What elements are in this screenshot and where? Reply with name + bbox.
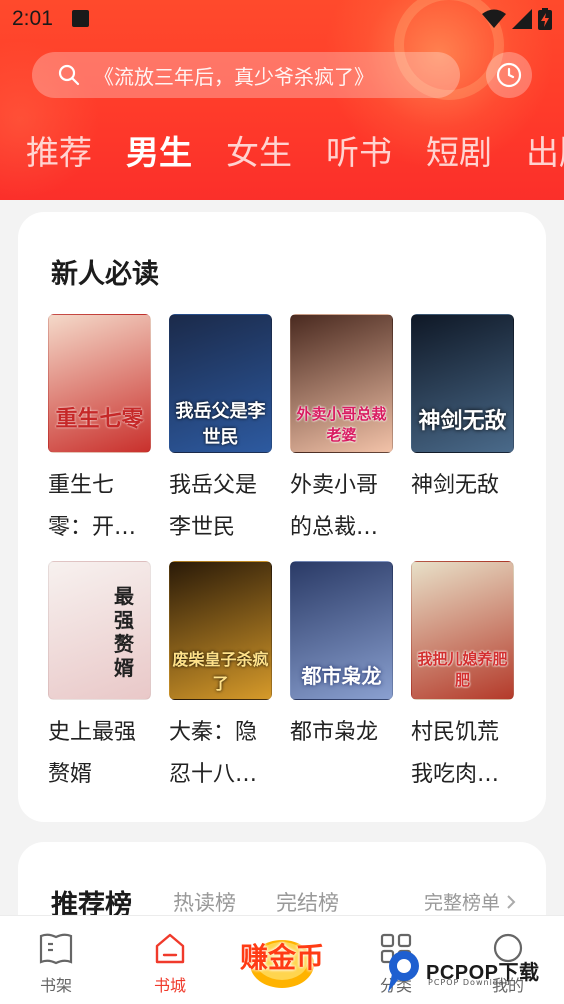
nav-bookshelf[interactable]: 书架 (0, 916, 112, 1004)
image-notification-icon (72, 10, 89, 27)
cover-title: 我岳父是李世民 (175, 401, 266, 448)
book-item[interactable]: 都市枭龙 都市枭龙 (290, 561, 394, 754)
book-cover[interactable]: 外卖小哥总裁老婆 (290, 314, 393, 453)
book-title[interactable]: 史上最强赘婿 (48, 712, 152, 796)
earn-coins-label: 赚金币 (239, 941, 324, 974)
wifi-icon (482, 9, 506, 28)
status-icons (482, 8, 552, 30)
search-icon (58, 64, 80, 86)
signal-icon (512, 9, 532, 29)
book-cover[interactable]: 都市枭龙 (290, 561, 393, 700)
book-cover[interactable]: 神剑无敌 (411, 314, 514, 453)
section-title: 新人必读 (51, 259, 159, 290)
book-cover[interactable]: 重生七零 (48, 314, 151, 453)
book-title[interactable]: 我岳父是李世民 (169, 465, 273, 549)
book-item[interactable]: 我把儿媳养肥肥 村民饥荒我吃肉… (411, 561, 515, 796)
bookshelf-icon (39, 933, 73, 965)
nav-label: 书城 (153, 976, 186, 995)
tab-recommend[interactable]: 推荐 (26, 126, 92, 174)
book-title[interactable]: 村民饥荒我吃肉… (411, 712, 515, 796)
nav-label: 书架 (39, 976, 72, 995)
cover-title: 都市枭龙 (301, 664, 382, 688)
tab-female[interactable]: 女生 (226, 126, 292, 174)
book-title[interactable]: 大秦：隐忍十八… (169, 712, 273, 796)
cover-title: 外卖小哥总裁老婆 (296, 405, 387, 444)
watermark-subtext: PCPOP Download (428, 978, 511, 987)
cover-title: 重生七零 (55, 406, 144, 432)
status-bar: 2:01 (0, 0, 564, 40)
category-tabs: 推荐 男生 女生 听书 短剧 出版 (0, 126, 564, 182)
book-title[interactable]: 神剑无敌 (411, 465, 515, 507)
book-cover[interactable]: 最强赘婿 (48, 561, 151, 700)
header-banner: 2:01 《流放三年后，真少爷杀疯了》 推荐 男生 女生 听书 短剧 出版 (0, 0, 564, 200)
book-cover[interactable]: 我岳父是李世民 (169, 314, 272, 453)
watermark: PCPOP下载 PCPOP Download (382, 944, 562, 1002)
book-item[interactable]: 最强赘婿 史上最强赘婿 (48, 561, 152, 796)
book-item[interactable]: 废柴皇子杀疯了 大秦：隐忍十八… (169, 561, 273, 796)
cover-title: 神剑无敌 (418, 408, 507, 434)
book-title[interactable]: 都市枭龙 (290, 712, 394, 754)
cover-title: 我把儿媳养肥肥 (417, 650, 508, 689)
tab-male[interactable]: 男生 (126, 126, 192, 174)
history-button[interactable] (486, 52, 532, 98)
battery-charging-icon (538, 8, 552, 30)
earn-coins-button[interactable]: 赚金币 (236, 918, 328, 990)
nav-bookstore[interactable]: 书城 (114, 916, 226, 1004)
book-item[interactable]: 我岳父是李世民 我岳父是李世民 (169, 314, 273, 549)
tab-short-drama[interactable]: 短剧 (426, 126, 492, 174)
tab-audiobook[interactable]: 听书 (326, 126, 392, 174)
book-title[interactable]: 外卖小哥的总裁… (290, 465, 394, 549)
book-title[interactable]: 重生七零：开… (48, 465, 152, 549)
chevron-right-icon (507, 894, 516, 909)
book-cover[interactable]: 废柴皇子杀疯了 (169, 561, 272, 700)
full-ranking-label: 完整榜单 (423, 892, 500, 914)
search-placeholder: 《流放三年后，真少爷杀疯了》 (94, 64, 374, 89)
newcomer-section: 新人必读 重生七零 重生七零：开… 我岳父是李世民 我岳父是李世民 外卖小哥总裁… (18, 212, 546, 822)
clock-icon (496, 62, 522, 88)
search-input[interactable]: 《流放三年后，真少爷杀疯了》 (32, 52, 460, 98)
tab-hot-reading[interactable]: 热读榜 (173, 887, 236, 917)
book-item[interactable]: 神剑无敌 神剑无敌 (411, 314, 515, 507)
book-item[interactable]: 重生七零 重生七零：开… (48, 314, 152, 549)
status-time: 2:01 (12, 7, 53, 30)
book-item[interactable]: 外卖小哥总裁老婆 外卖小哥的总裁… (290, 314, 394, 549)
bookstore-icon (155, 933, 185, 964)
tab-publish[interactable]: 出版 (526, 126, 564, 174)
pcpop-logo-icon (388, 951, 419, 992)
book-cover[interactable]: 我把儿媳养肥肥 (411, 561, 514, 700)
full-ranking-link[interactable]: 完整榜单 (424, 888, 516, 915)
cover-title: 废柴皇子杀疯了 (172, 650, 269, 693)
tab-completed[interactable]: 完结榜 (276, 887, 339, 917)
cover-title: 最强赘婿 (114, 584, 134, 680)
